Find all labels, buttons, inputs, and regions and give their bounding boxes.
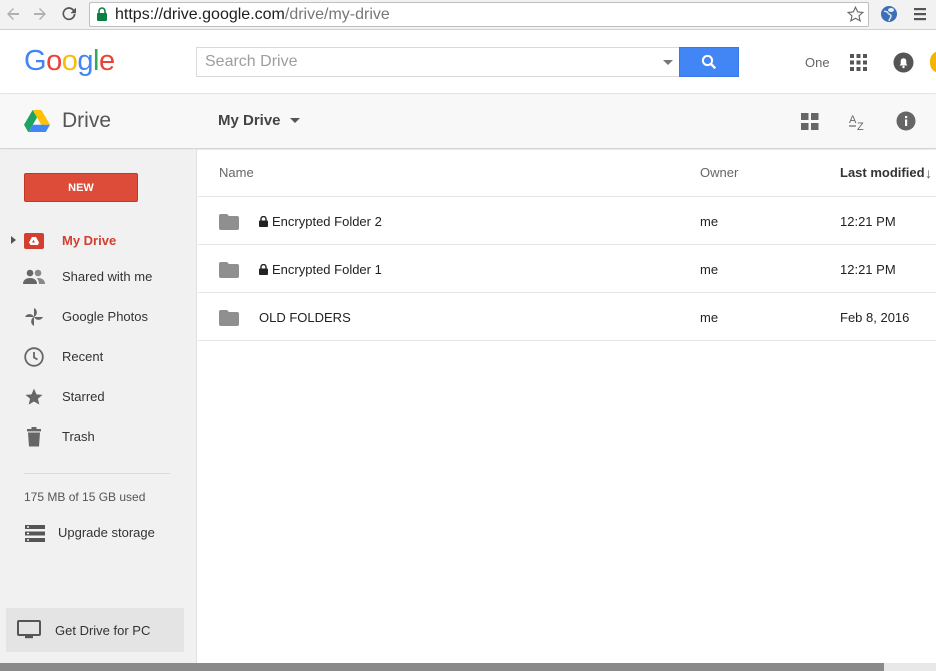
- horizontal-scrollbar[interactable]: [0, 663, 936, 671]
- new-button[interactable]: NEW: [24, 173, 138, 202]
- browser-menu-icon[interactable]: [912, 6, 928, 22]
- people-icon: [23, 266, 45, 288]
- back-arrow-icon: [7, 8, 19, 20]
- extension-globe-icon[interactable]: [880, 5, 898, 23]
- star-icon: [23, 386, 45, 408]
- google-logo-letter: G: [24, 45, 47, 77]
- table-row[interactable]: OLD FOLDERS me Feb 8, 2016: [198, 293, 936, 341]
- my-drive-icon: [23, 230, 45, 252]
- file-name: Encrypted Folder 1: [272, 262, 382, 277]
- column-header-last-modified[interactable]: Last modified: [840, 165, 925, 180]
- reload-icon: [62, 7, 76, 21]
- sidebar-item-shared-with-me[interactable]: Shared with me: [0, 260, 197, 292]
- sidebar-item-label: Trash: [62, 429, 95, 444]
- get-drive-for-pc-button[interactable]: Get Drive for PC: [6, 608, 184, 652]
- search-options-dropdown[interactable]: [663, 60, 673, 65]
- notifications-bell-icon[interactable]: [893, 52, 914, 73]
- sidebar-item-label: Starred: [62, 389, 105, 404]
- file-modified: 12:21 PM: [840, 262, 896, 277]
- file-name: Encrypted Folder 2: [272, 214, 382, 229]
- chevron-down-icon: [289, 118, 300, 123]
- trash-icon: [23, 426, 45, 448]
- search-icon: [701, 54, 717, 70]
- sidebar-item-trash[interactable]: Trash: [0, 420, 197, 452]
- sidebar-item-recent[interactable]: Recent: [0, 340, 197, 372]
- file-modified: Feb 8, 2016: [840, 310, 910, 325]
- url-text: https://drive.google.com/drive/my-drive: [115, 6, 390, 23]
- reload-button[interactable]: [59, 4, 79, 24]
- expand-arrow-icon[interactable]: [11, 236, 16, 244]
- info-icon[interactable]: [896, 111, 916, 131]
- account-name[interactable]: One: [805, 55, 830, 70]
- file-owner: me: [700, 310, 719, 325]
- apps-grid-icon[interactable]: [850, 54, 867, 71]
- breadcrumb-label: My Drive: [218, 112, 281, 129]
- file-name: OLD FOLDERS: [259, 310, 351, 325]
- column-header-owner[interactable]: Owner: [700, 165, 738, 180]
- table-row[interactable]: Encrypted Folder 2 me 12:21 PM: [198, 197, 936, 245]
- sort-az-icon[interactable]: A Z: [848, 111, 868, 133]
- search-input[interactable]: [197, 48, 652, 76]
- drive-logo-icon[interactable]: [24, 110, 50, 132]
- search-button[interactable]: [679, 47, 739, 77]
- google-logo-letter: o: [61, 45, 78, 77]
- sidebar: NEW My Drive Shared with me Google Photo…: [0, 150, 197, 663]
- secure-lock-icon: [97, 7, 107, 21]
- file-list: Name Owner Last modified ↓ Encrypted Fol…: [198, 150, 936, 663]
- google-logo-letter: o: [46, 45, 62, 77]
- file-owner: me: [700, 262, 719, 277]
- sidebar-item-label: My Drive: [62, 233, 117, 248]
- column-headers: Name Owner Last modified ↓: [198, 150, 936, 197]
- file-owner: me: [700, 214, 719, 229]
- google-bar: Google One: [0, 31, 936, 94]
- storage-quota-text: 175 MB of 15 GB used: [24, 490, 146, 504]
- browser-toolbar: https://drive.google.com/drive/my-drive: [0, 0, 936, 30]
- pinwheel-icon: [23, 306, 45, 328]
- forward-arrow-icon: [34, 8, 46, 20]
- address-bar[interactable]: https://drive.google.com/drive/my-drive: [89, 2, 869, 27]
- scrollbar-thumb[interactable]: [0, 663, 884, 671]
- sort-down-arrow-icon[interactable]: ↓: [925, 165, 932, 181]
- sidebar-item-label: Recent: [62, 349, 104, 364]
- storage-stack-icon: [25, 525, 45, 542]
- table-row[interactable]: Encrypted Folder 1 me 12:21 PM: [198, 245, 936, 293]
- search-box[interactable]: [196, 47, 680, 77]
- avatar[interactable]: [930, 51, 936, 73]
- upgrade-storage-link[interactable]: Upgrade storage: [0, 520, 197, 548]
- upgrade-storage-label: Upgrade storage: [58, 525, 155, 540]
- lock-icon: [259, 264, 268, 275]
- sidebar-item-label: Shared with me: [62, 269, 153, 284]
- folder-icon: [219, 214, 239, 230]
- sidebar-item-label: Google Photos: [62, 309, 149, 324]
- get-drive-label: Get Drive for PC: [55, 623, 151, 638]
- file-modified: 12:21 PM: [840, 214, 896, 229]
- drive-header: Drive My Drive A Z: [0, 94, 936, 149]
- svg-text:A: A: [849, 114, 857, 126]
- forward-button[interactable]: [30, 4, 50, 24]
- column-header-name[interactable]: Name: [219, 165, 254, 180]
- google-logo-letter: e: [98, 45, 115, 77]
- breadcrumb[interactable]: My Drive: [218, 112, 300, 129]
- clock-icon: [23, 346, 45, 368]
- folder-icon: [219, 262, 239, 278]
- folder-icon: [219, 310, 239, 326]
- sidebar-divider: [24, 473, 170, 474]
- drive-title[interactable]: Drive: [62, 109, 111, 133]
- sidebar-item-my-drive[interactable]: My Drive: [0, 224, 197, 256]
- bookmark-star-icon[interactable]: [846, 5, 865, 24]
- back-button[interactable]: [3, 4, 23, 24]
- svg-text:Z: Z: [857, 121, 864, 133]
- sidebar-item-google-photos[interactable]: Google Photos: [0, 300, 197, 332]
- grid-view-icon[interactable]: [801, 113, 819, 130]
- sidebar-item-starred[interactable]: Starred: [0, 380, 197, 412]
- lock-icon: [259, 216, 268, 227]
- google-logo-letter: g: [77, 45, 93, 77]
- google-logo[interactable]: Google: [24, 45, 115, 78]
- monitor-icon: [17, 620, 41, 639]
